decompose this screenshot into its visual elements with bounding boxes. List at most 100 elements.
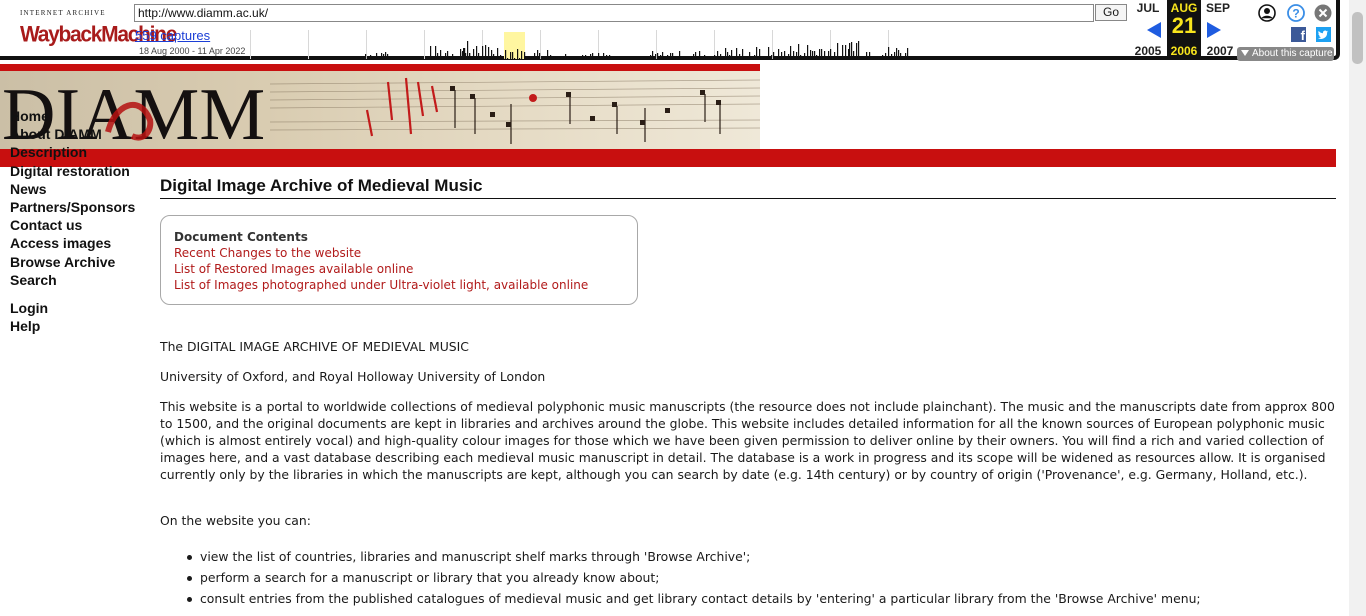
account-icon[interactable] [1258,4,1276,22]
sparkline-bar [872,58,874,59]
caret-down-icon [1241,50,1249,56]
sparkline-bar [830,49,832,59]
sparkline-bar [582,55,584,59]
intro-heading: The DIGITAL IMAGE ARCHIVE OF MEDIEVAL MU… [160,339,469,354]
capture-sparkline[interactable] [250,26,915,59]
toc-link-ultraviolet-images[interactable]: List of Images photographed under Ultra-… [174,277,637,293]
sparkline-bar [885,53,887,59]
page-scrollbar[interactable] [1349,0,1366,616]
sparkline-bar [603,53,605,59]
sparkline-bar [454,58,456,59]
prev-arrow-icon[interactable] [1147,22,1161,38]
toc-link-restored-images[interactable]: List of Restored Images available online [174,261,637,277]
sparkline-bar [754,55,756,59]
site-banner: DIAMM [0,64,760,150]
sparkline-bar [826,58,828,59]
year-prev[interactable]: 2005 [1133,44,1163,58]
wayback-logo[interactable]: INTERNET ARCHIVE WaybackMachine [18,7,177,53]
sparkline-bar [706,56,708,59]
twitter-icon[interactable] [1316,27,1331,42]
sparkline-bar [514,58,516,59]
year-current: 2006 [1170,44,1198,58]
wayback-url-input[interactable] [134,4,1094,22]
sparkline-bar [473,49,475,59]
nav-home[interactable]: Home [10,108,49,124]
sparkline-bar [541,56,543,59]
nav-access-images[interactable]: Access images [10,235,111,251]
help-icon[interactable]: ? [1287,4,1305,22]
sparkline-bar [752,56,754,59]
sparkline-bar [570,58,572,59]
next-arrow-icon[interactable] [1207,22,1221,38]
sparkline-bar [672,53,674,59]
close-icon[interactable] [1314,4,1332,22]
sparkline-bar [465,53,467,59]
nav-digital-restoration[interactable]: Digital restoration [10,163,130,179]
sparkline-bar [547,50,549,59]
sparkline-bar [381,53,383,59]
scrollbar-thumb[interactable] [1352,12,1363,64]
sparkline-bar [695,52,697,59]
sparkline-bar [573,58,575,59]
month-next[interactable]: SEP [1203,1,1233,15]
sparkline-bar [562,57,564,59]
sparkline-bar [896,48,898,59]
nav-about-diamm[interactable]: About DIAMM [10,126,102,142]
sparkline-bar [554,56,556,59]
sparkline-bar [756,47,758,59]
sparkline-bar [874,58,876,59]
sparkline-bar [550,55,552,59]
sparkline-bar [687,57,689,59]
sparkline-bar [556,58,558,59]
sparkline-bar [824,51,826,59]
sparkline-bar [733,56,735,59]
sparkline-bar [478,53,480,59]
sparkline-bar [776,57,778,59]
sparkline-bar [655,54,657,59]
manuscript-banner-image: DIAMM [0,64,760,150]
nav-news[interactable]: News [10,181,47,197]
toc-link-recent-changes[interactable]: Recent Changes to the website [174,245,637,261]
wayback-go-button[interactable]: Go [1095,4,1127,21]
sparkline-bar [437,53,439,59]
sparkline-bar [543,58,545,59]
captures-link[interactable]: 559 captures [135,28,210,43]
sparkline-bar [697,56,699,59]
year-next[interactable]: 2007 [1205,44,1235,58]
nav-browse-archive[interactable]: Browse Archive [10,254,115,270]
sparkline-bar [790,46,792,59]
sparkline-bar [580,56,582,59]
sparkline-bar [864,58,866,59]
nav-search[interactable]: Search [10,272,57,288]
month-prev[interactable]: JUL [1133,1,1163,15]
nav-partners-sponsors[interactable]: Partners/Sponsors [10,199,135,215]
nav-description[interactable]: Description [10,144,87,160]
features-list: view the list of countries, libraries an… [160,546,1336,609]
sparkline-bar [736,48,738,59]
nav-help[interactable]: Help [10,318,40,334]
sparkline-bar [568,57,570,59]
sparkline-bar [430,46,432,59]
sparkline-bar [814,51,816,59]
day-current: 21 [1171,13,1197,38]
svg-text:?: ? [1292,6,1299,20]
sparkline-bar [674,57,676,59]
sparkline-bar [876,57,878,59]
facebook-icon[interactable]: f [1291,27,1306,42]
sparkline-bar [585,55,587,59]
sparkline-bar [882,55,884,59]
sparkline-bar [389,57,391,59]
sparkline-bar [858,41,860,59]
nav-login[interactable]: Login [10,300,48,316]
sparkline-bar [802,58,804,59]
sparkline-bar [665,58,667,59]
sparkline-bar [847,58,849,59]
sparkline-bar [452,54,454,59]
sparkline-bar [657,53,659,59]
nav-contact-us[interactable]: Contact us [10,217,82,233]
sparkline-bar [519,58,521,59]
sparkline-bar [898,50,900,59]
sparkline-bar [869,52,871,59]
wayback-toolbar: INTERNET ARCHIVE WaybackMachine Go 559 c… [0,0,1340,61]
about-capture-button[interactable]: About this capture [1237,47,1334,61]
